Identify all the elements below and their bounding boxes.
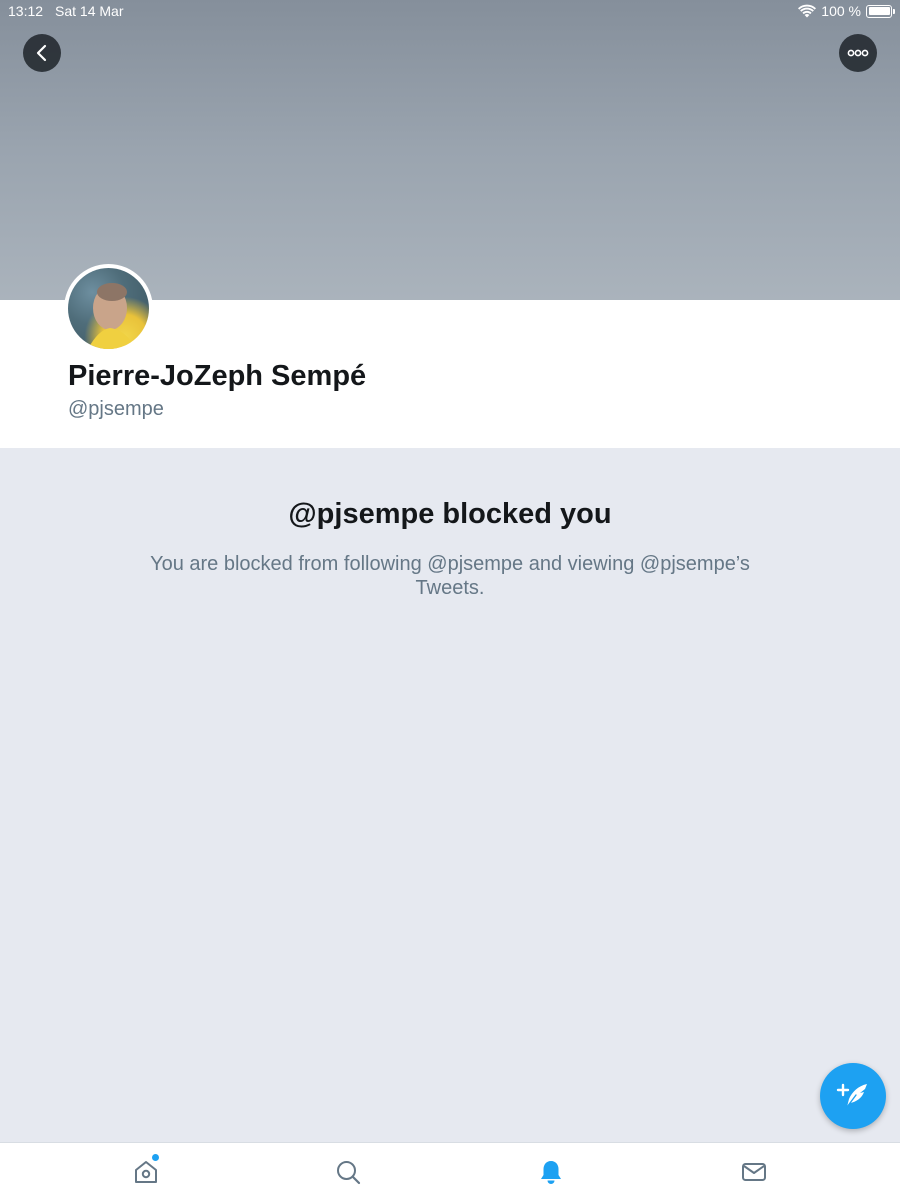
status-time: 13:12 bbox=[8, 3, 44, 19]
chevron-left-icon bbox=[36, 44, 47, 62]
blocked-title: @pjsempe blocked you bbox=[288, 498, 612, 530]
avatar-image bbox=[68, 268, 149, 349]
battery-icon bbox=[866, 4, 895, 18]
more-options-button[interactable] bbox=[839, 34, 877, 72]
tab-messages[interactable] bbox=[724, 1143, 784, 1200]
profile-handle: @pjsempe bbox=[68, 398, 164, 420]
blocked-description: You are blocked from following @pjsempe … bbox=[150, 553, 750, 599]
avatar[interactable] bbox=[64, 264, 153, 353]
profile-name: Pierre-JoZeph Sempé bbox=[68, 360, 367, 392]
search-icon bbox=[337, 1161, 361, 1185]
home-icon bbox=[135, 1161, 157, 1183]
status-date: Sat 14 Mar bbox=[55, 3, 124, 19]
profile-banner bbox=[0, 0, 900, 300]
compose-tweet-button[interactable] bbox=[820, 1063, 886, 1129]
tab-notifications[interactable] bbox=[521, 1143, 581, 1200]
tab-bar bbox=[0, 1142, 900, 1200]
more-horizontal-icon bbox=[847, 49, 869, 57]
battery-percentage: 100 % bbox=[821, 3, 861, 19]
bell-icon bbox=[541, 1161, 561, 1184]
compose-feather-icon bbox=[836, 1083, 867, 1108]
back-button[interactable] bbox=[23, 34, 61, 72]
wifi-icon bbox=[798, 4, 817, 18]
mail-icon bbox=[742, 1163, 766, 1181]
tab-home[interactable] bbox=[116, 1143, 176, 1200]
status-bar: 13:12 Sat 14 Mar 100 % bbox=[0, 0, 900, 24]
status-indicators: 100 % bbox=[798, 3, 895, 19]
tab-search[interactable] bbox=[318, 1143, 378, 1200]
home-notification-dot bbox=[152, 1154, 159, 1161]
